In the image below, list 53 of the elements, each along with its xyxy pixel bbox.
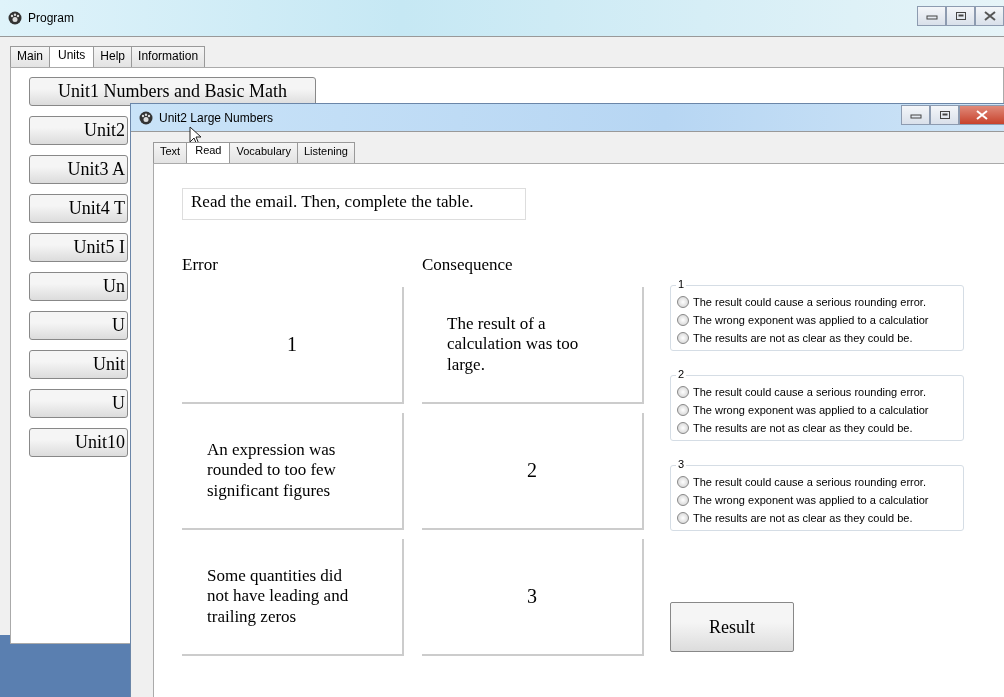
radio-option[interactable]: The wrong exponent was applied to a calculatior — [677, 491, 963, 509]
unit-button[interactable]: U — [29, 389, 128, 418]
column-header: Consequence — [422, 255, 514, 276]
instruction-text: Read the email. Then, complete the table. — [182, 188, 526, 220]
group-label: 2 — [676, 368, 687, 380]
tab[interactable]: Main — [10, 46, 50, 67]
minimize-icon — [925, 12, 938, 20]
unit-button[interactable]: Unit5 I — [29, 233, 128, 262]
group-label: 1 — [676, 278, 687, 290]
table-cell: 1 — [182, 287, 404, 404]
radio-option[interactable]: The result could cause a serious rounding error. — [677, 383, 963, 401]
radio-option[interactable]: The result could cause a serious rounding error. — [677, 293, 963, 311]
table-cell: 3 — [422, 539, 644, 656]
maximize-icon — [938, 110, 951, 120]
radio-option[interactable]: The results are not as clear as they could be. — [677, 419, 963, 437]
tab[interactable]: Text — [153, 142, 188, 163]
close-button[interactable] — [959, 105, 1004, 125]
tab[interactable]: Read — [186, 142, 231, 163]
maximize-button[interactable] — [930, 105, 959, 125]
radio-option[interactable]: The wrong exponent was applied to a calculatior — [677, 401, 963, 419]
tab[interactable]: Units — [49, 46, 95, 67]
group-label: 3 — [676, 458, 687, 470]
close-button[interactable] — [975, 6, 1004, 26]
unit-button[interactable]: U — [29, 311, 128, 340]
radio-option[interactable]: The results are not as clear as they could be. — [677, 329, 963, 347]
radio-option[interactable]: The wrong exponent was applied to a calculatior — [677, 311, 963, 329]
table-cell: Some quantities did not have leading and trailing zeros — [182, 539, 404, 656]
radio-option[interactable]: The results are not as clear as they could be. — [677, 509, 963, 527]
close-icon — [982, 11, 997, 21]
unit-button[interactable]: Un — [29, 272, 128, 301]
result-button[interactable]: Result — [670, 602, 794, 652]
unit-button[interactable]: Unit1 Numbers and Basic Math — [29, 77, 316, 106]
maximize-button[interactable] — [946, 6, 975, 26]
unit-button[interactable]: Unit4 T — [29, 194, 128, 223]
column-header: Error — [182, 255, 219, 276]
paw-icon — [139, 110, 153, 125]
table-cell: 2 — [422, 413, 644, 530]
table-cell: The result of a calculation was too large. — [422, 287, 644, 404]
window-title: Program — [28, 11, 74, 25]
tab[interactable]: Information — [131, 46, 206, 67]
close-icon — [975, 110, 989, 120]
window-title: Unit2 Large Numbers — [159, 110, 274, 125]
unit-button[interactable]: Unit3 A — [29, 155, 128, 184]
tab[interactable]: Listening — [296, 142, 355, 163]
unit-button[interactable]: Unit — [29, 350, 128, 379]
table-cell: An expression was rounded to too few significant figures — [182, 413, 404, 530]
paw-icon — [8, 11, 22, 25]
unit-button[interactable]: Unit10 — [29, 428, 128, 457]
radio-option[interactable]: The result could cause a serious rounding error. — [677, 473, 963, 491]
tab[interactable]: Vocabulary — [229, 142, 298, 163]
unit-button[interactable]: Unit2 — [29, 116, 128, 145]
minimize-icon — [909, 111, 922, 119]
maximize-icon — [954, 11, 967, 21]
